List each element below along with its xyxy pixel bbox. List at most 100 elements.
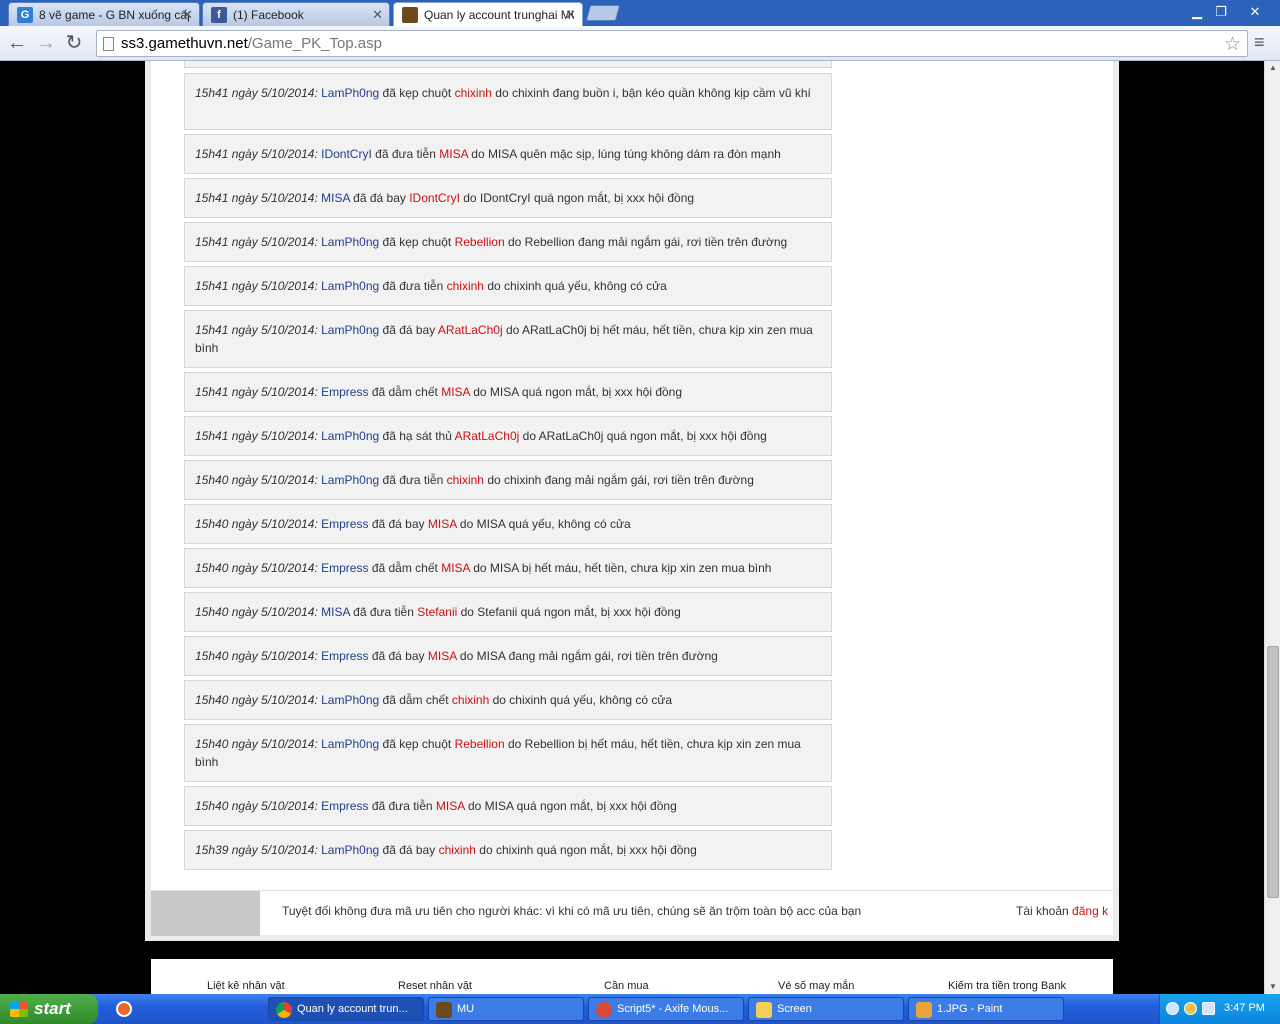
- victim-name[interactable]: Rebellion: [455, 737, 505, 751]
- victim-name[interactable]: MISA: [439, 147, 468, 161]
- killer-name[interactable]: Empress: [321, 561, 368, 575]
- menu-check-bank[interactable]: Kiếm tra tiền trong Bank: [948, 980, 1066, 992]
- killer-name[interactable]: LamPh0ng: [321, 843, 379, 857]
- register-link[interactable]: đăng k: [1072, 904, 1108, 918]
- killer-name[interactable]: LamPh0ng: [321, 235, 379, 249]
- notice-marquee-bar: Tuyệt đối không đưa mã ưu tiên cho người…: [151, 890, 1113, 936]
- killer-name[interactable]: Empress: [321, 799, 368, 813]
- vertical-scrollbar[interactable]: ▲ ▼: [1264, 61, 1280, 994]
- victim-name[interactable]: chixinh: [452, 693, 489, 707]
- killer-name[interactable]: LamPh0ng: [321, 737, 379, 751]
- scroll-down-arrow-icon[interactable]: ▼: [1265, 980, 1280, 994]
- minimize-icon[interactable]: ▁: [1184, 3, 1210, 21]
- pk-top-content: 15h41 ngày 5/10/2014: LamPh0ng đã kẹp ch…: [151, 61, 1113, 935]
- clock: 3:47 PM: [1224, 1002, 1265, 1014]
- kill-reason: do chixinh đang mải ngắm gái, rơi tiền t…: [487, 473, 754, 487]
- victim-name[interactable]: chixinh: [447, 279, 484, 293]
- scrollbar-thumb[interactable]: [1267, 646, 1279, 898]
- tab-game-news[interactable]: G 8 vẽ game - G BN xuống cấp ✕: [8, 2, 200, 26]
- victim-name[interactable]: MISA: [441, 561, 470, 575]
- log-timestamp: 15h40 ngày 5/10/2014:: [195, 605, 318, 619]
- log-entry: 15h40 ngày 5/10/2014: LamPh0ng đã đưa ti…: [184, 460, 832, 500]
- victim-name[interactable]: ARatLaCh0j: [438, 323, 503, 337]
- killer-name[interactable]: MISA: [321, 191, 350, 205]
- task-chrome[interactable]: Quan ly account trun...: [268, 997, 424, 1021]
- forward-arrow-icon[interactable]: →: [34, 32, 58, 54]
- back-arrow-icon[interactable]: ←: [5, 32, 29, 54]
- address-bar[interactable]: ss3.gamethuvn.net/Game_PK_Top.asp ☆: [96, 30, 1248, 57]
- reload-icon[interactable]: ↻: [62, 32, 86, 54]
- log-entry-partial: [184, 61, 832, 68]
- tray-expand-icon[interactable]: [1166, 1002, 1179, 1015]
- tray-app-icon[interactable]: [1184, 1002, 1197, 1015]
- victim-name[interactable]: MISA: [441, 385, 470, 399]
- log-timestamp: 15h40 ngày 5/10/2014:: [195, 649, 318, 663]
- tray-volume-icon[interactable]: [1202, 1002, 1215, 1015]
- log-timestamp: 15h40 ngày 5/10/2014:: [195, 561, 318, 575]
- scroll-up-arrow-icon[interactable]: ▲: [1265, 61, 1280, 75]
- kill-reason: do IDontCryI quá ngon mắt, bị xxx hội đồ…: [463, 191, 695, 205]
- killer-name[interactable]: LamPh0ng: [321, 473, 379, 487]
- log-entry: 15h41 ngày 5/10/2014: Empress đã dẫm chế…: [184, 372, 832, 412]
- victim-name[interactable]: IDontCryI: [409, 191, 460, 205]
- menu-hamburger-icon[interactable]: ≡: [1254, 32, 1265, 53]
- bookmark-star-icon[interactable]: ☆: [1224, 33, 1241, 56]
- notice-register-text: Tài khoản đăng k: [1016, 904, 1113, 918]
- tab-facebook[interactable]: f (1) Facebook ✕: [202, 2, 390, 26]
- killer-name[interactable]: LamPh0ng: [321, 86, 379, 100]
- menu-lucky-lottery[interactable]: Vé số may mắn: [778, 980, 854, 992]
- menu-reset-character[interactable]: Reset nhân vật: [398, 980, 472, 992]
- victim-name[interactable]: Rebellion: [455, 235, 505, 249]
- task-screen-folder[interactable]: Screen: [748, 997, 904, 1021]
- tab-close-icon[interactable]: ✕: [182, 7, 193, 23]
- start-button[interactable]: start: [0, 994, 98, 1024]
- kill-action: đã hạ sát thủ: [382, 429, 452, 443]
- log-timestamp: 15h40 ngày 5/10/2014:: [195, 799, 318, 813]
- victim-name[interactable]: MISA: [428, 517, 457, 531]
- restore-icon[interactable]: ❐: [1208, 3, 1234, 21]
- killer-name[interactable]: LamPh0ng: [321, 429, 379, 443]
- task-label: MU: [457, 1003, 475, 1015]
- kill-reason: do MISA bị hết máu, hết tiền, chưa kịp x…: [473, 561, 772, 575]
- tab-label: Quan ly account trunghai MU: [424, 8, 574, 22]
- log-entry: 15h40 ngày 5/10/2014: MISA đã đưa tiễn S…: [184, 592, 832, 632]
- killer-name[interactable]: LamPh0ng: [321, 323, 379, 337]
- tab-close-icon[interactable]: ✕: [565, 7, 576, 23]
- task-label: Script5* - Axife Mous...: [617, 1003, 729, 1015]
- killer-name[interactable]: Empress: [321, 385, 368, 399]
- menu-want-to-buy[interactable]: Cần mua: [604, 980, 649, 992]
- killer-name[interactable]: LamPh0ng: [321, 693, 379, 707]
- killer-name[interactable]: Empress: [321, 517, 368, 531]
- task-paint[interactable]: 1.JPG - Paint: [908, 997, 1064, 1021]
- victim-name[interactable]: chixinh: [447, 473, 484, 487]
- killer-name[interactable]: MISA: [321, 605, 350, 619]
- log-timestamp: 15h40 ngày 5/10/2014:: [195, 693, 318, 707]
- log-timestamp: 15h40 ngày 5/10/2014:: [195, 737, 318, 751]
- task-script[interactable]: Script5* - Axife Mous...: [588, 997, 744, 1021]
- new-tab-button[interactable]: [585, 5, 621, 21]
- log-timestamp: 15h41 ngày 5/10/2014:: [195, 191, 318, 205]
- tab-close-icon[interactable]: ✕: [372, 7, 383, 23]
- tab-account-manager[interactable]: Quan ly account trunghai MU ✕: [393, 2, 583, 26]
- killer-name[interactable]: Empress: [321, 649, 368, 663]
- kill-action: đã đưa tiễn: [371, 799, 433, 813]
- task-mu[interactable]: MU: [428, 997, 584, 1021]
- victim-name[interactable]: chixinh: [439, 843, 476, 857]
- close-window-icon[interactable]: ✕: [1242, 3, 1268, 21]
- tab-label: (1) Facebook: [233, 8, 304, 22]
- start-label: start: [34, 999, 71, 1018]
- killer-name[interactable]: LamPh0ng: [321, 279, 379, 293]
- victim-name[interactable]: ARatLaCh0j: [455, 429, 520, 443]
- log-entry: 15h41 ngày 5/10/2014: MISA đã đá bay IDo…: [184, 178, 832, 218]
- victim-name[interactable]: Stefanii: [417, 605, 457, 619]
- script-icon: [596, 1002, 612, 1018]
- victim-name[interactable]: chixinh: [455, 86, 492, 100]
- menu-list-characters[interactable]: Liệt kê nhân vật: [207, 980, 285, 992]
- kill-reason: do MISA quá ngon mắt, bị xxx hội đồng: [473, 385, 683, 399]
- quick-launch-icon[interactable]: [116, 1001, 132, 1017]
- kill-reason: do chixinh quá ngon mắt, bị xxx hội đồng: [479, 843, 697, 857]
- victim-name[interactable]: MISA: [428, 649, 457, 663]
- killer-name[interactable]: IDontCryI: [321, 147, 372, 161]
- chrome-icon: [276, 1002, 292, 1018]
- victim-name[interactable]: MISA: [436, 799, 465, 813]
